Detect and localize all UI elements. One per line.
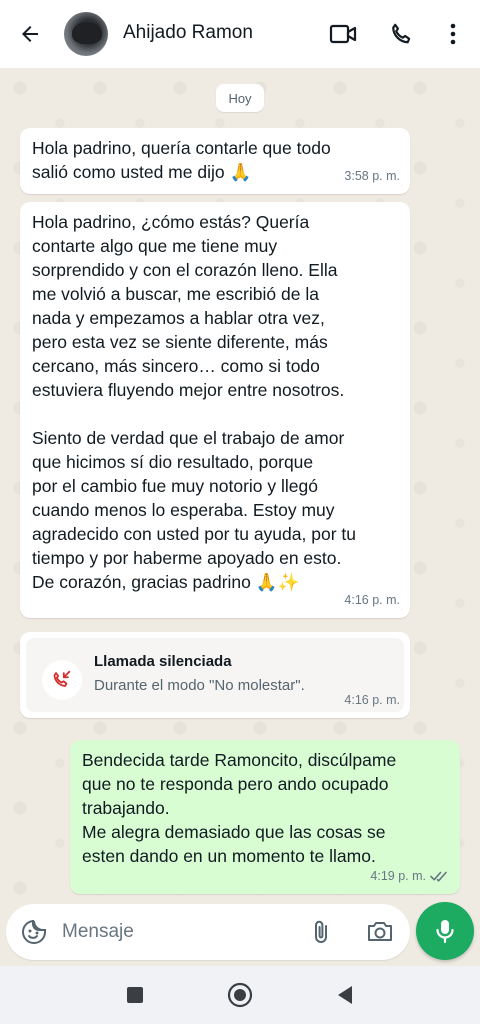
message-text: Hola padrino, quería contarle que todo s…: [32, 138, 331, 182]
sticker-button[interactable]: [20, 918, 48, 946]
phone-icon: [392, 23, 411, 44]
contact-name[interactable]: Ahijado Ramon: [123, 22, 253, 44]
triangle-back-icon: [338, 986, 352, 1004]
double-check-icon: [430, 871, 447, 882]
date-separator: Hoy: [216, 84, 264, 112]
message-text: Hola padrino, ¿cómo estás? Quería contar…: [32, 212, 356, 592]
missed-call-icon: [42, 660, 82, 700]
message-bubble-incoming[interactable]: Hola padrino, quería contarle que todo s…: [20, 128, 410, 194]
sticker-smiley-icon: [22, 920, 46, 944]
back-button[interactable]: [14, 20, 46, 48]
menu-button[interactable]: [438, 19, 468, 49]
home-button[interactable]: [225, 980, 255, 1010]
video-call-button[interactable]: [328, 19, 358, 49]
message-input[interactable]: [62, 916, 292, 948]
chat-area[interactable]: Hoy Hola padrino, quería contarle que to…: [0, 68, 480, 904]
missed-call-title: Llamada silenciada: [94, 653, 232, 670]
message-text: Bendecida tarde Ramoncito, discúlpame qu…: [82, 750, 397, 866]
avatar[interactable]: [64, 12, 108, 56]
missed-call-bubble[interactable]: Llamada silenciada Durante el modo "No m…: [20, 632, 410, 718]
square-icon: [127, 987, 143, 1003]
system-navigation-bar: [0, 966, 480, 1024]
microphone-icon: [436, 920, 454, 944]
attach-button[interactable]: [308, 918, 336, 946]
chat-header: Ahijado Ramon: [0, 0, 480, 68]
message-time: 4:19 p. m.: [370, 869, 426, 883]
voice-message-button[interactable]: [416, 902, 474, 960]
kebab-menu-icon: [450, 23, 456, 45]
arrow-left-icon: [22, 26, 38, 42]
message-composer: [6, 904, 410, 960]
message-time: 4:16 p. m.: [344, 593, 400, 607]
message-meta: 4:19 p. m.: [370, 864, 450, 888]
circle-home-icon: [227, 982, 253, 1008]
message-bubble-incoming[interactable]: Hola padrino, ¿cómo estás? Quería contar…: [20, 202, 410, 618]
voice-call-button[interactable]: [386, 19, 416, 49]
message-bubble-outgoing[interactable]: Bendecida tarde Ramoncito, discúlpame qu…: [70, 740, 460, 894]
recents-button[interactable]: [120, 980, 150, 1010]
camera-button[interactable]: [366, 918, 396, 946]
message-time: 3:58 p. m.: [344, 169, 400, 183]
system-back-button[interactable]: [330, 980, 360, 1010]
missed-call-subtitle: Durante el modo "No molestar".: [94, 677, 305, 694]
video-camera-icon: [329, 24, 357, 44]
paperclip-icon: [315, 920, 327, 943]
camera-icon: [368, 922, 392, 941]
message-time: 4:16 p. m.: [344, 693, 400, 707]
